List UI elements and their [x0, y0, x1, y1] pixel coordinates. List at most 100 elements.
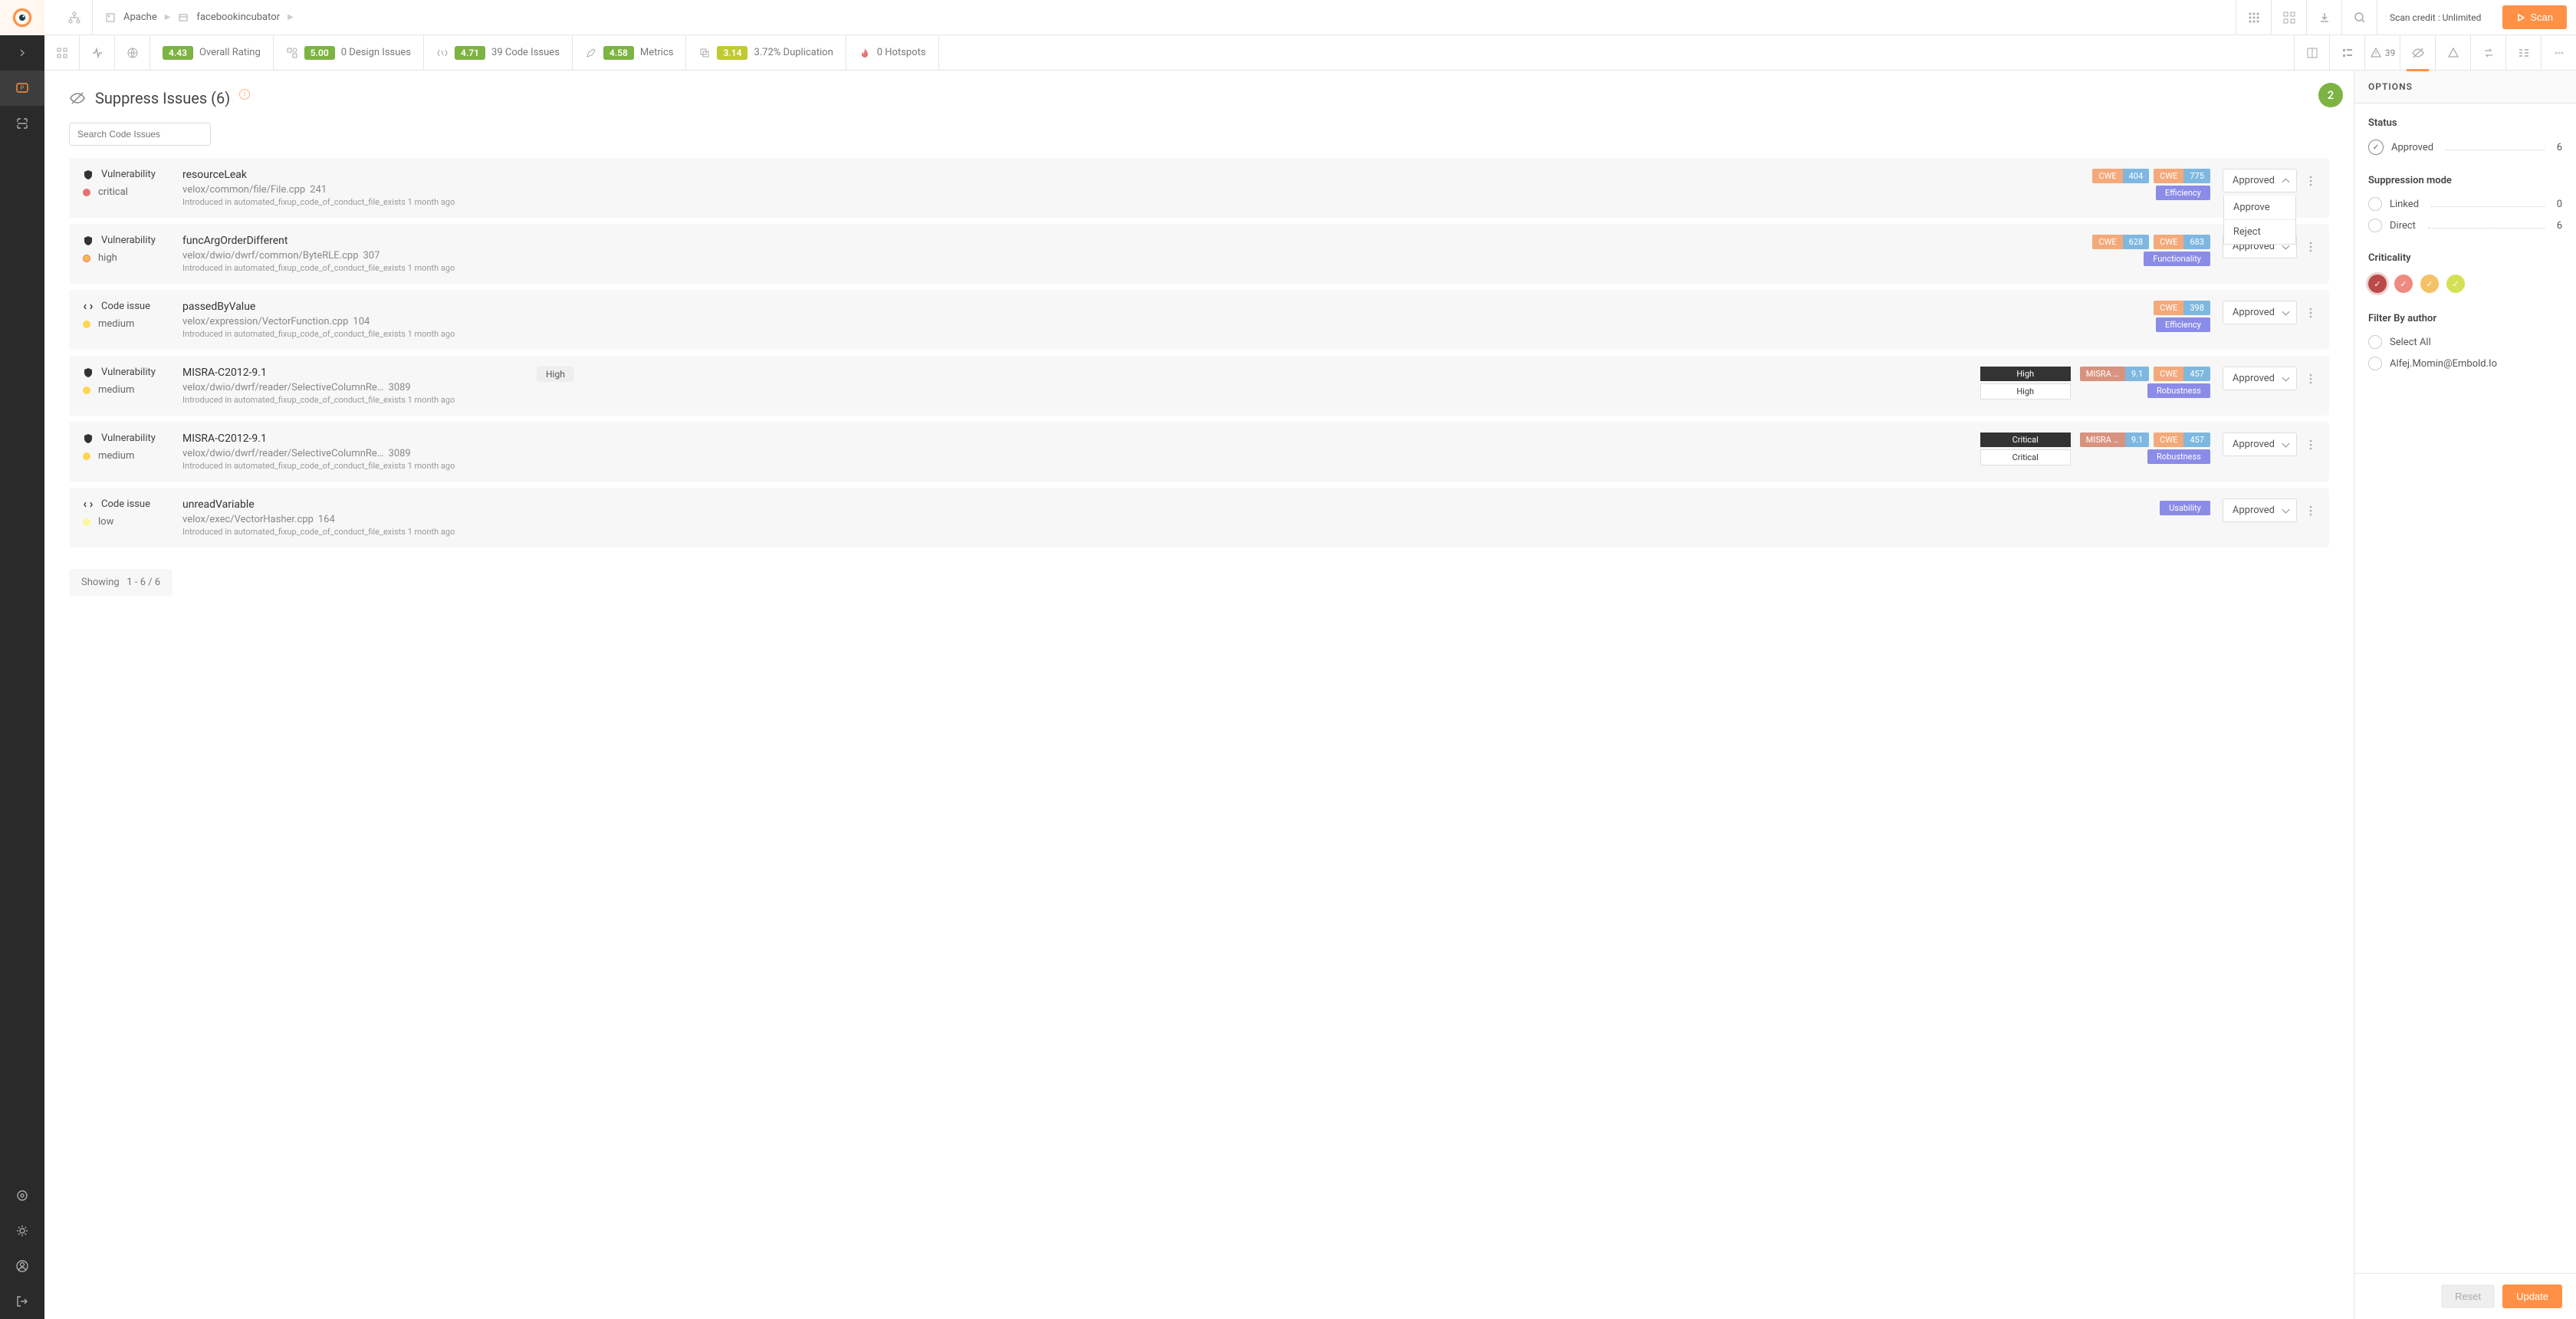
- metric-code[interactable]: 4.71 39 Code Issues: [424, 35, 573, 71]
- org-tree-icon[interactable]: [57, 0, 92, 35]
- issue-card[interactable]: Vulnerability critical resourceLeak velo…: [69, 158, 2329, 218]
- breadcrumb-org[interactable]: Apache: [123, 12, 157, 23]
- status-dropdown[interactable]: Approved: [2223, 498, 2297, 522]
- issue-card[interactable]: Vulnerability medium MISRA-C2012-9.1 vel…: [69, 422, 2329, 482]
- status-dropdown[interactable]: Approved Approve Reject: [2223, 169, 2297, 192]
- filter-author-row[interactable]: Alfej.Momin@Embold.Io: [2368, 357, 2562, 370]
- cwe-chip[interactable]: CWE775: [2154, 169, 2210, 183]
- issue-type: Vulnerability: [101, 169, 156, 180]
- modules-icon[interactable]: [2271, 0, 2306, 35]
- more-tab[interactable]: [2541, 35, 2576, 71]
- check-icon[interactable]: [2368, 140, 2384, 155]
- radio-icon[interactable]: [2368, 357, 2382, 370]
- category-tag: Robustness: [2147, 449, 2210, 464]
- issue-path[interactable]: velox/common/file/File.cpp241: [182, 184, 2092, 196]
- cwe-chip[interactable]: MISRA …9.1: [2080, 367, 2149, 381]
- status-approved-row[interactable]: Approved 6: [2368, 140, 2562, 155]
- reset-button[interactable]: Reset: [2441, 1284, 2495, 1308]
- cwe-chip[interactable]: CWE404: [2092, 169, 2149, 183]
- view-list-icon[interactable]: [2329, 35, 2364, 71]
- issue-card[interactable]: High Vulnerability medium MISRA-C2012-9.…: [69, 356, 2329, 416]
- more-icon[interactable]: [2306, 370, 2315, 387]
- more-icon[interactable]: [2306, 238, 2315, 255]
- more-icon[interactable]: [2306, 436, 2315, 453]
- radio-icon[interactable]: [2368, 335, 2382, 349]
- criticality-medium[interactable]: [2420, 275, 2439, 293]
- breadcrumb-repo[interactable]: facebookincubator: [196, 12, 280, 23]
- sidebar-item-gear[interactable]: [0, 1213, 44, 1248]
- activity-icon[interactable]: [80, 35, 115, 71]
- suppression-linked-row[interactable]: Linked 0: [2368, 197, 2562, 211]
- more-icon[interactable]: [2306, 173, 2315, 189]
- radio-icon[interactable]: [2368, 219, 2382, 232]
- app-logo[interactable]: [0, 0, 44, 35]
- issue-title[interactable]: passedByValue: [182, 301, 2154, 313]
- apps-grid-icon[interactable]: [2236, 0, 2271, 35]
- issue-title[interactable]: MISRA-C2012-9.1: [182, 433, 1980, 445]
- cwe-chip[interactable]: CWE398: [2154, 301, 2210, 315]
- filter-tab[interactable]: [2505, 35, 2541, 71]
- sidebar-item-settings-wheel[interactable]: [0, 1178, 44, 1213]
- dropdown-approve[interactable]: Approve: [2224, 196, 2295, 220]
- cwe-chip[interactable]: MISRA …9.1: [2080, 433, 2149, 447]
- status-dropdown[interactable]: Approved: [2223, 433, 2297, 456]
- design-icon: [286, 47, 298, 59]
- search-icon[interactable]: [2341, 0, 2377, 35]
- criticality-low[interactable]: [2446, 275, 2465, 293]
- sidebar-expand-toggle[interactable]: [0, 35, 44, 71]
- criticality-critical[interactable]: [2368, 275, 2387, 293]
- status-dropdown[interactable]: Approved: [2223, 367, 2297, 390]
- cwe-chip[interactable]: CWE683: [2154, 235, 2210, 249]
- suppression-linked-label: Linked: [2390, 199, 2419, 210]
- alert-tab[interactable]: [2435, 35, 2470, 71]
- cwe-chip[interactable]: CWE457: [2154, 433, 2210, 447]
- issue-path[interactable]: velox/dwio/dwrf/common/ByteRLE.cpp307: [182, 250, 2092, 261]
- issue-path[interactable]: velox/dwio/dwrf/reader/SelectiveColumnRe…: [182, 382, 1980, 393]
- issue-card[interactable]: Code issue low unreadVariable velox/exec…: [69, 488, 2329, 548]
- more-icon[interactable]: [2306, 502, 2315, 519]
- status-dropdown[interactable]: Approved: [2223, 301, 2297, 324]
- issue-title[interactable]: unreadVariable: [182, 498, 2160, 511]
- search-input[interactable]: [69, 123, 211, 146]
- severity-dot: [83, 255, 90, 262]
- metric-duplication[interactable]: 3.14 3.72% Duplication: [686, 35, 846, 71]
- issue-card[interactable]: Code issue medium passedByValue velox/ex…: [69, 290, 2329, 350]
- issue-path[interactable]: velox/expression/VectorFunction.cpp104: [182, 316, 2154, 327]
- cwe-chip[interactable]: CWE628: [2092, 235, 2149, 249]
- info-icon[interactable]: i: [239, 89, 250, 100]
- issue-title[interactable]: MISRA-C2012-9.1: [182, 367, 1980, 379]
- issue-title[interactable]: resourceLeak: [182, 169, 2092, 181]
- sidebar-item-suppress[interactable]: P: [0, 71, 44, 106]
- issue-path[interactable]: velox/exec/VectorHasher.cpp164: [182, 514, 2160, 525]
- sidebar-item-scan[interactable]: [0, 106, 44, 141]
- update-button[interactable]: Update: [2502, 1284, 2562, 1308]
- metric-metrics-score: 4.58: [603, 46, 634, 60]
- filter-count-badge[interactable]: 2: [2318, 83, 2343, 107]
- suppress-tab[interactable]: [2400, 35, 2435, 71]
- suppression-direct-row[interactable]: Direct 6: [2368, 219, 2562, 232]
- view-columns-icon[interactable]: [2294, 35, 2329, 71]
- issue-title[interactable]: funcArgOrderDifferent: [182, 235, 2092, 247]
- metric-design[interactable]: 5.00 0 Design Issues: [274, 35, 424, 71]
- grid-view-icon[interactable]: [44, 35, 80, 71]
- metric-metrics[interactable]: 4.58 Metrics: [573, 35, 687, 71]
- warnings-tab[interactable]: 39: [2364, 35, 2400, 71]
- severity-dot: [83, 452, 90, 460]
- criticality-high[interactable]: [2394, 275, 2413, 293]
- sidebar-item-user[interactable]: [0, 1248, 44, 1284]
- metric-hotspots[interactable]: 0 Hotspots: [846, 35, 939, 71]
- issue-card[interactable]: Vulnerability high funcArgOrderDifferent…: [69, 224, 2329, 284]
- metric-overall[interactable]: 4.43 Overall Rating: [150, 35, 274, 71]
- dropdown-reject[interactable]: Reject: [2224, 220, 2295, 244]
- more-icon[interactable]: [2306, 304, 2315, 321]
- issue-path[interactable]: velox/dwio/dwrf/reader/SelectiveColumnRe…: [182, 448, 1980, 459]
- filter-select-all-row[interactable]: Select All: [2368, 335, 2562, 349]
- scan-button[interactable]: Scan: [2502, 5, 2567, 29]
- compare-tab[interactable]: [2470, 35, 2505, 71]
- metric-overall-label: Overall Rating: [199, 47, 261, 58]
- radio-icon[interactable]: [2368, 197, 2382, 211]
- globe-icon[interactable]: [115, 35, 150, 71]
- sidebar-item-logout[interactable]: [0, 1284, 44, 1319]
- cwe-chip[interactable]: CWE457: [2154, 367, 2210, 381]
- download-icon[interactable]: [2306, 0, 2341, 35]
